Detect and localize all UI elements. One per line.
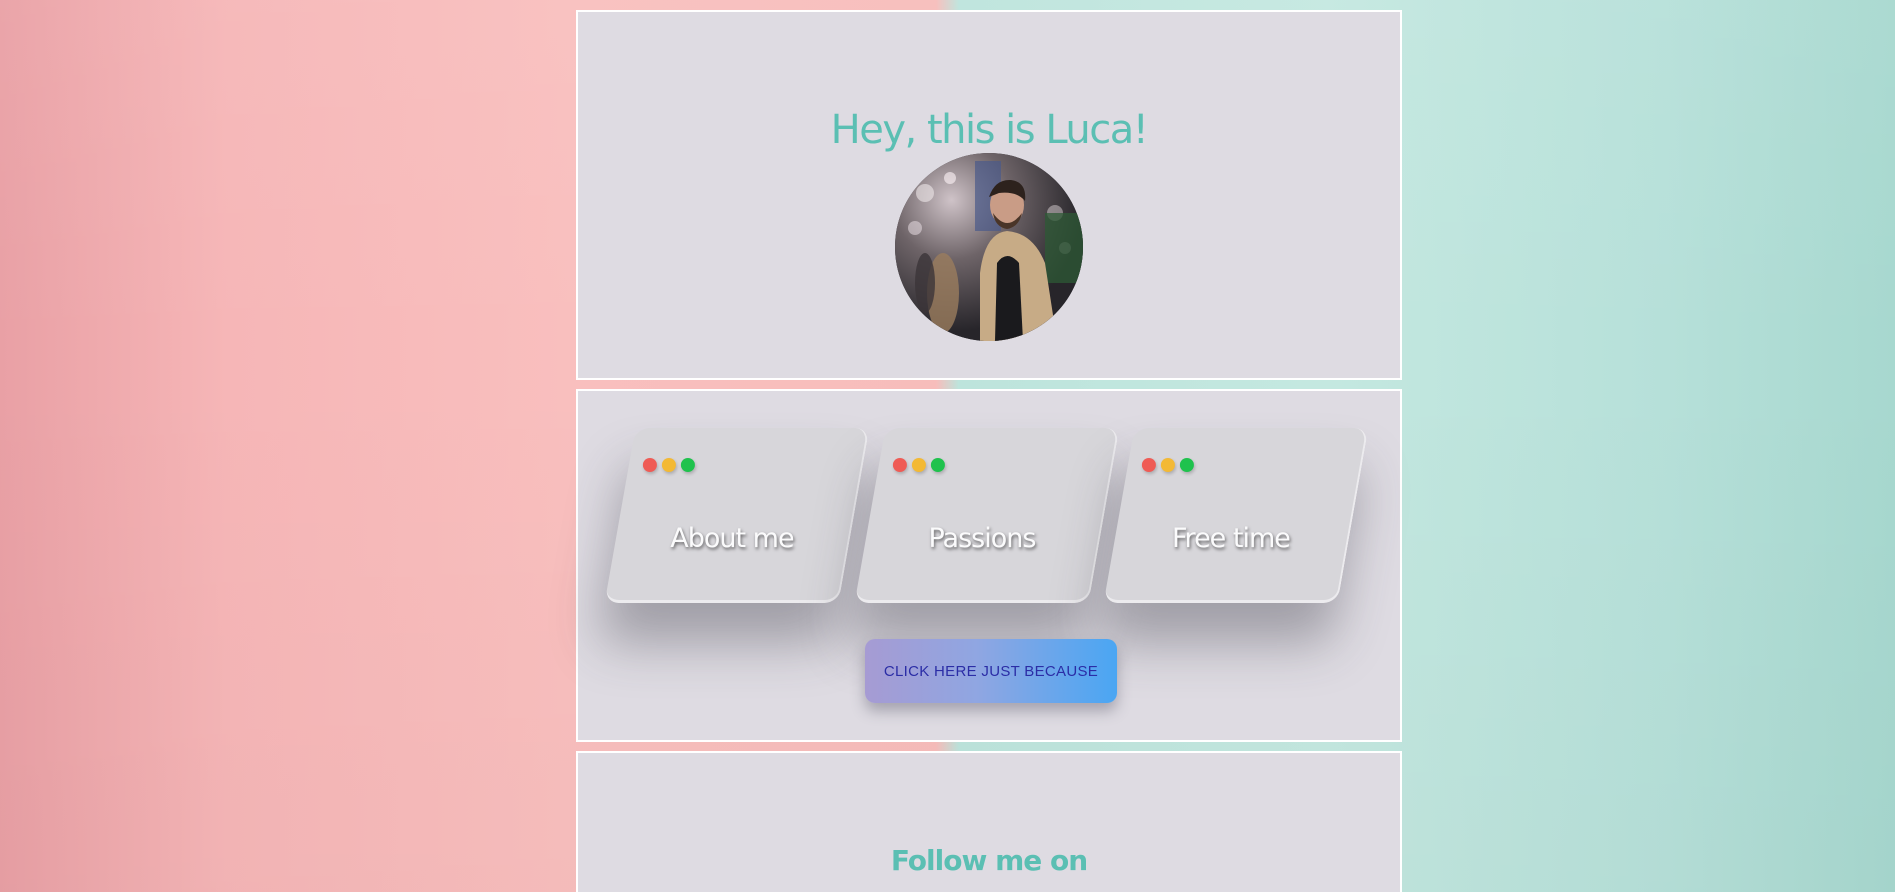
yellow-dot-icon [661,458,676,472]
card-passions[interactable]: Passions [854,428,1120,603]
hero-title: Hey, this is Luca! [830,106,1149,153]
green-dot-icon [930,458,945,472]
green-dot-icon [1179,458,1194,472]
avatar-photo [895,153,1083,341]
red-dot-icon [892,458,907,472]
window-dots [892,458,945,472]
cards-section: About me Passions Free time CLICK HERE J… [576,389,1402,742]
follow-section: Follow me on [576,751,1402,892]
yellow-dot-icon [911,458,926,472]
green-dot-icon [680,458,695,472]
card-free-time[interactable]: Free time [1103,428,1369,603]
avatar [895,153,1083,341]
window-dots [642,458,695,472]
red-dot-icon [1141,458,1156,472]
follow-title: Follow me on [890,844,1088,878]
yellow-dot-icon [1160,458,1175,472]
card-label: About me [670,523,794,554]
hero-section: Hey, this is Luca! [576,10,1402,380]
card-label: Passions [928,523,1036,554]
red-dot-icon [642,458,657,472]
window-dots [1141,458,1194,472]
click-here-button[interactable]: CLICK HERE JUST BECAUSE [865,639,1117,703]
card-about-me[interactable]: About me [604,428,870,603]
card-label: Free time [1171,523,1290,554]
